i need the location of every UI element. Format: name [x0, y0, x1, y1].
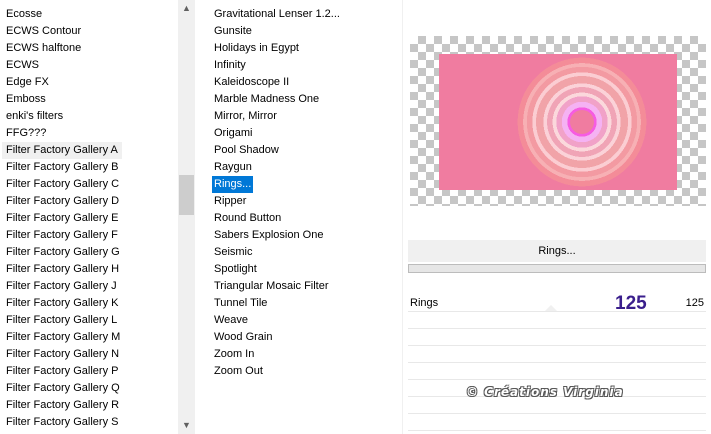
filter-item[interactable]: Round Button: [212, 210, 283, 227]
category-item[interactable]: Filter Factory Gallery S: [2, 414, 122, 431]
filter-item[interactable]: Zoom In: [212, 346, 256, 363]
filter-item[interactable]: Gravitational Lenser 1.2...: [212, 6, 342, 23]
category-item[interactable]: Filter Factory Gallery Q: [2, 380, 124, 397]
filter-item[interactable]: Triangular Mosaic Filter: [212, 278, 331, 295]
filter-item[interactable]: Marble Madness One: [212, 91, 321, 108]
preview-image: [439, 54, 677, 190]
category-item[interactable]: ECWS Contour: [2, 23, 85, 40]
filter-item[interactable]: Raygun: [212, 159, 254, 176]
category-item[interactable]: Filter Factory Gallery D: [2, 193, 123, 210]
category-item[interactable]: Filter Factory Gallery H: [2, 261, 123, 278]
filter-preview: [410, 36, 706, 206]
filter-item[interactable]: Gunsite: [212, 23, 254, 40]
category-item[interactable]: ECWS: [2, 57, 43, 74]
filter-item[interactable]: Wood Grain: [212, 329, 275, 346]
filter-name-banner: Rings...: [408, 240, 706, 262]
category-item[interactable]: Filter Factory Gallery M: [2, 329, 124, 346]
category-item[interactable]: Edge FX: [2, 74, 53, 91]
filter-item[interactable]: Seismic: [212, 244, 255, 261]
scroll-up-icon[interactable]: ▲: [178, 0, 195, 17]
category-item[interactable]: ECWS halftone: [2, 40, 85, 57]
category-item[interactable]: Filter Factory Gallery B: [2, 159, 122, 176]
filter-item[interactable]: Kaleidoscope II: [212, 74, 291, 91]
scroll-down-icon[interactable]: ▼: [178, 417, 195, 434]
param-row-empty: [408, 413, 706, 431]
progress-bar: [408, 264, 706, 273]
category-item[interactable]: Filter Factory Gallery E: [2, 210, 122, 227]
category-item[interactable]: enki's filters: [2, 108, 67, 125]
filter-item[interactable]: Spotlight: [212, 261, 259, 278]
category-item[interactable]: Filter Factory Gallery K: [2, 295, 122, 312]
filter-item[interactable]: Infinity: [212, 57, 248, 74]
category-item[interactable]: Filter Factory Gallery J: [2, 278, 121, 295]
param-row-empty: [408, 362, 706, 380]
watermark: © Créations Virginia: [466, 385, 624, 399]
category-scrollbar[interactable]: ▲ ▼: [178, 0, 195, 434]
param-label: Rings: [410, 297, 439, 309]
category-item[interactable]: Ecosse: [2, 6, 46, 23]
category-item[interactable]: Filter Factory Gallery F: [2, 227, 122, 244]
param-row-empty: [408, 311, 706, 329]
filter-item[interactable]: Sabers Explosion One: [212, 227, 325, 244]
filter-item[interactable]: Weave: [212, 312, 250, 329]
category-item[interactable]: Filter Factory Gallery P: [2, 363, 122, 380]
filter-item[interactable]: Rings...: [212, 176, 254, 193]
filter-list[interactable]: Gravitational Lenser 1.2... Gunsite Holida…: [205, 0, 400, 434]
filter-item[interactable]: Origami: [212, 125, 255, 142]
filter-item[interactable]: Zoom Out: [212, 363, 265, 380]
rings-effect: [517, 57, 647, 187]
rings-center: [570, 110, 594, 134]
category-item[interactable]: Filter Factory Gallery G: [2, 244, 124, 261]
category-item[interactable]: Filter Factory Gallery L: [2, 312, 121, 329]
filter-item[interactable]: Mirror, Mirror: [212, 108, 279, 125]
filter-item[interactable]: Holidays in Egypt: [212, 40, 301, 57]
filter-item[interactable]: Pool Shadow: [212, 142, 281, 159]
filter-item[interactable]: Tunnel Tile: [212, 295, 269, 312]
scrollbar-thumb[interactable]: [179, 175, 194, 215]
panel-divider: [402, 0, 403, 434]
category-item[interactable]: Filter Factory Gallery N: [2, 346, 123, 363]
param-value: 125: [685, 297, 704, 309]
category-item[interactable]: Filter Factory Gallery C: [2, 176, 123, 193]
param-row-empty: [408, 345, 706, 363]
category-item[interactable]: Filter Factory Gallery R: [2, 397, 123, 414]
category-item[interactable]: Emboss: [2, 91, 50, 108]
category-item[interactable]: Filter Factory Gallery A: [2, 142, 122, 159]
category-list[interactable]: Ecosse ECWS Contour ECWS halftone ECWS Edge …: [0, 0, 196, 434]
param-row-empty: [408, 328, 706, 346]
filter-item[interactable]: Ripper: [212, 193, 248, 210]
category-item[interactable]: FFG???: [2, 125, 50, 142]
param-row-rings[interactable]: Rings 125 125: [408, 293, 706, 314]
